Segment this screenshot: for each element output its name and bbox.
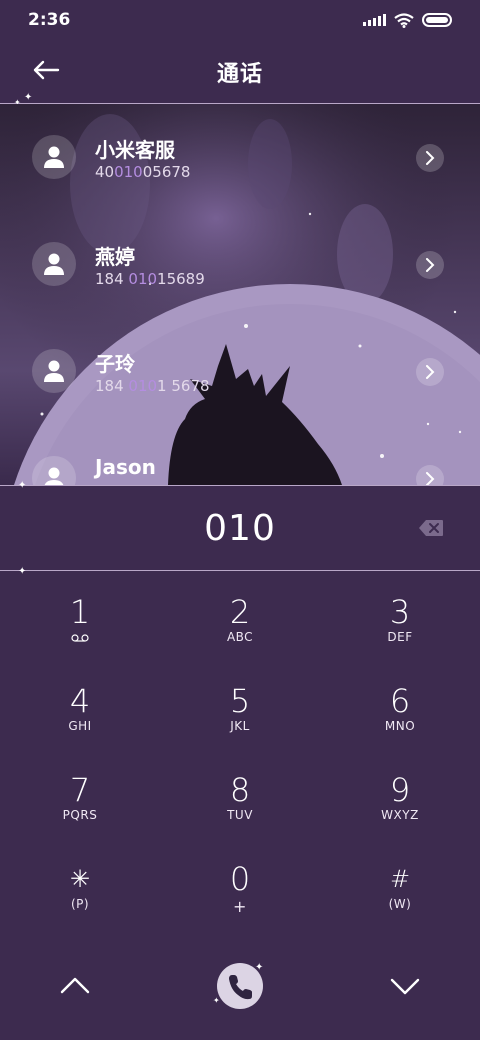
key-0[interactable]: 0 + [160,839,320,928]
sparkle-decoration: ✦ [213,996,220,1005]
key-5[interactable]: 5 JKL [160,661,320,750]
dial-input-row: 010 [0,486,480,570]
input-divider [0,570,480,571]
contact-name: 燕婷 [95,245,135,269]
bottom-action-bar: ✦ ✦ [0,950,480,1022]
sparkle-decoration: ✦ [24,92,33,103]
key-7[interactable]: 7 PQRS [0,750,160,839]
sparkle-decoration: ✦ [255,962,264,973]
contact-name: 子玲 [95,352,135,376]
chevron-right-icon[interactable] [416,251,444,279]
chevron-up-icon[interactable] [60,976,90,994]
key-4[interactable]: 4 GHI [0,661,160,750]
status-time: 2:36 [28,10,71,30]
avatar-icon [32,456,76,485]
key-star[interactable]: ✳ (P) [0,839,160,928]
page-title: 通话 [216,61,263,87]
contact-name: Jason [95,455,156,479]
dialed-number[interactable]: 010 [204,508,276,549]
avatar-icon [32,135,76,179]
voicemail-icon [71,634,89,642]
wifi-icon [394,12,414,28]
key-2[interactable]: 2 ABC [160,572,320,661]
status-icons [363,12,452,28]
contact-name: 小米客服 [95,138,175,162]
key-6[interactable]: 6 MNO [320,661,480,750]
avatar-icon [32,349,76,393]
key-9[interactable]: 9 WXYZ [320,750,480,839]
key-3[interactable]: 3 DEF [320,572,480,661]
contact-number: 184 01015689 [95,270,205,288]
key-hash[interactable]: # (W) [320,839,480,928]
signal-icon [363,14,386,26]
contact-number: 4001005678 [95,163,191,181]
chevron-right-icon[interactable] [416,144,444,172]
status-bar: 2:36 [0,0,480,40]
search-results-panel: 小米客服 4001005678 燕婷 184 01015689 子玲 184 0… [0,104,480,485]
dial-keypad: 1 2 ABC 3 DEF 4 GHI 5 JKL 6 MNO 7 PQRS 8… [0,572,480,932]
backspace-icon[interactable] [418,519,444,537]
avatar-icon [32,242,76,286]
contact-number: 184 0101 5678 [95,377,210,395]
back-arrow-icon[interactable] [30,58,62,82]
chevron-right-icon[interactable] [416,358,444,386]
contact-result-row[interactable]: 燕婷 184 01015689 [0,211,480,317]
contact-result-row[interactable]: Jason [0,425,480,485]
phone-icon [229,975,252,1000]
key-1[interactable]: 1 [0,572,160,661]
chevron-right-icon[interactable] [416,465,444,485]
contact-result-row[interactable]: 子玲 184 0101 5678 [0,318,480,424]
key-8[interactable]: 8 TUV [160,750,320,839]
battery-icon [422,13,452,27]
chevron-down-icon[interactable] [390,978,420,996]
header: 通话 [0,40,480,103]
contact-result-row[interactable]: 小米客服 4001005678 [0,104,480,210]
